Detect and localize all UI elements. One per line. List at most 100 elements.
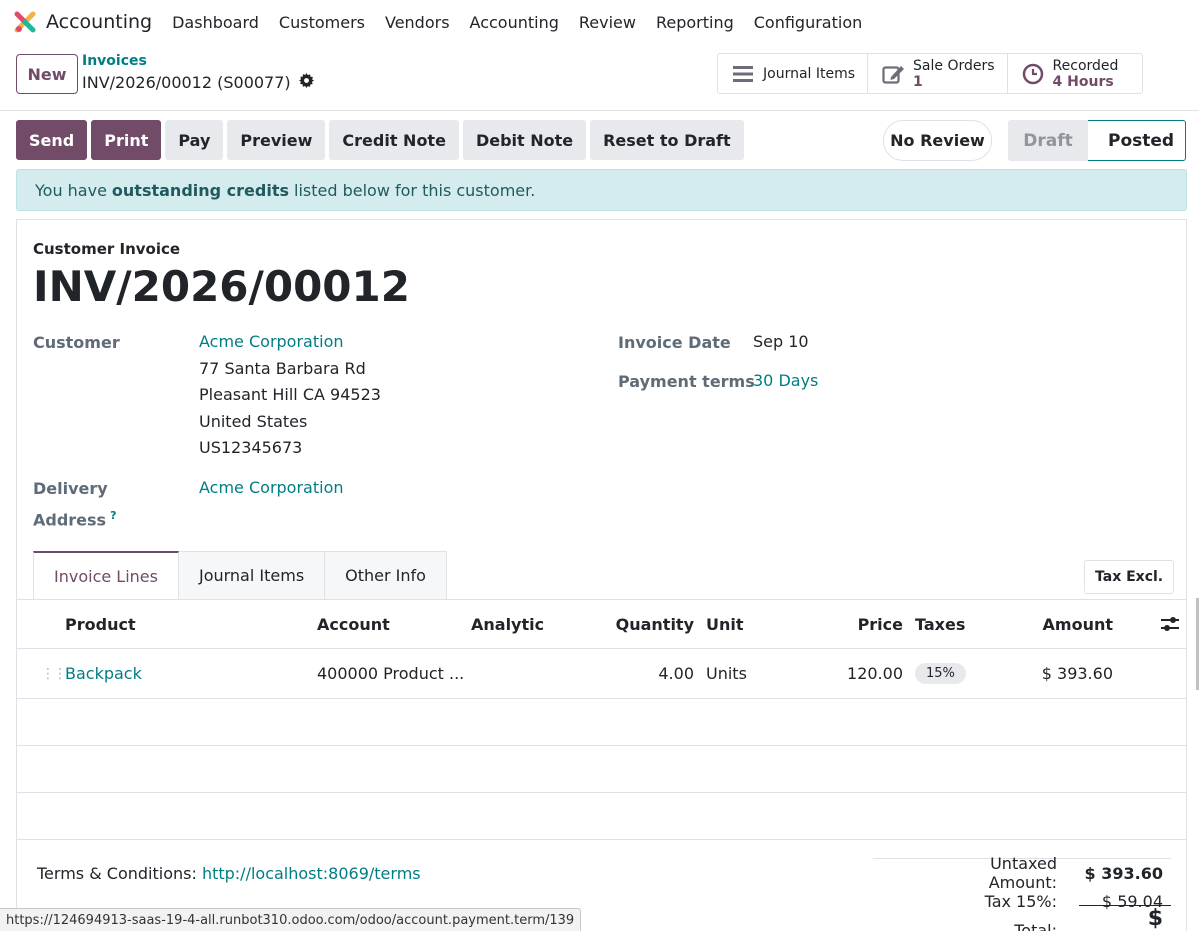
stage-draft[interactable]: Draft [1008, 120, 1088, 161]
col-quantity[interactable]: Quantity [577, 600, 694, 648]
invoice-date-field[interactable]: Sep 10 [753, 329, 809, 356]
clock-icon [1022, 63, 1044, 85]
tab-other-info[interactable]: Other Info [324, 551, 447, 599]
menu-vendors[interactable]: Vendors [385, 13, 450, 32]
menu-customers[interactable]: Customers [279, 13, 365, 32]
tax-label: Tax 15%: [984, 891, 1057, 911]
accounting-app-icon[interactable] [14, 11, 36, 33]
quantity-cell[interactable]: 4.00 [577, 649, 694, 698]
terms-link[interactable]: http://localhost:8069/terms [202, 864, 421, 883]
no-review-button[interactable]: No Review [883, 120, 992, 161]
gear-icon[interactable] [298, 73, 314, 92]
tab-journal-items[interactable]: Journal Items [177, 551, 326, 599]
col-unit[interactable]: Unit [706, 600, 744, 648]
send-button[interactable]: Send [16, 120, 88, 160]
untaxed-label: Untaxed Amount: [988, 854, 1057, 892]
invoice-number: INV/2026/00012 [33, 262, 410, 311]
stage-posted-label: Posted [1108, 130, 1175, 151]
amount-cell: $ 393.60 [1041, 664, 1113, 683]
vat-number: US12345673 [199, 438, 303, 457]
print-button[interactable]: Print [91, 120, 162, 160]
control-panel: New Invoices INV/2026/00012 (S00077) Jou… [0, 44, 1199, 111]
delivery-address-label: Delivery Address? [33, 479, 117, 530]
customer-link[interactable]: Acme Corporation [199, 329, 381, 356]
terms-and-conditions: Terms & Conditions: http://localhost:806… [37, 864, 421, 883]
recorded-smart-button[interactable]: Recorded 4 Hours [1008, 54, 1143, 93]
address-line-1: 77 Santa Barbara Rd [199, 358, 366, 378]
journal-items-label: Journal Items [763, 65, 856, 82]
breadcrumb-current: INV/2026/00012 (S00077) [82, 73, 291, 92]
status-bar: Draft Posted [1008, 120, 1186, 161]
stage-posted[interactable]: Posted [1088, 120, 1186, 161]
breadcrumb: INV/2026/00012 (S00077) [82, 73, 314, 92]
action-buttons: Send Print Pay Preview Credit Note Debit… [16, 120, 744, 160]
invoice-sheet: Customer Invoice INV/2026/00012 Customer… [16, 219, 1187, 931]
payment-terms-label: Payment terms [618, 372, 755, 391]
menu-review[interactable]: Review [579, 13, 636, 32]
table-row[interactable]: ⋮⋮ Backpack 400000 Product ... 4.00 Unit… [17, 649, 1186, 699]
totals-summary: Untaxed Amount: $ 393.60 Tax 15%: $ 59.0… [873, 854, 1171, 931]
alert-prefix: You have [35, 180, 107, 200]
credit-note-button[interactable]: Credit Note [329, 120, 459, 160]
unit-cell[interactable]: Units [706, 649, 747, 698]
edit-icon [882, 63, 905, 85]
address-line-3: United States [199, 411, 308, 431]
reset-to-draft-button[interactable]: Reset to Draft [590, 120, 744, 160]
preview-button[interactable]: Preview [227, 120, 326, 160]
invoice-date-label: Invoice Date [618, 333, 731, 352]
menu-accounting[interactable]: Accounting [470, 13, 559, 32]
column-settings-icon[interactable] [1160, 600, 1180, 648]
menu-dashboard[interactable]: Dashboard [172, 13, 259, 32]
col-price[interactable]: Price [797, 600, 903, 648]
outstanding-credits-alert: You have outstanding credits listed belo… [16, 169, 1187, 211]
invoice-lines-table: Product Account Analytic Quantity Unit P… [17, 599, 1186, 840]
col-amount[interactable]: Amount [1007, 600, 1113, 648]
untaxed-row: Untaxed Amount: $ 393.60 [873, 854, 1171, 892]
delivery-address-link[interactable]: Acme Corporation [199, 475, 344, 502]
help-tooltip-icon[interactable]: ? [110, 509, 116, 522]
breadcrumb-invoices[interactable]: Invoices [82, 53, 147, 69]
alert-bold: outstanding credits [111, 180, 289, 200]
recorded-value: 4 Hours [1052, 73, 1114, 90]
recorded-label: Recorded [1052, 57, 1119, 74]
terms-label: Terms & Conditions: [37, 864, 197, 883]
total-row: Total: $ 452.64 [873, 904, 1171, 931]
tax-badge: 15% [915, 663, 966, 684]
journal-items-smart-button[interactable]: Journal Items [718, 54, 869, 93]
col-account[interactable]: Account [317, 600, 390, 648]
menu-reporting[interactable]: Reporting [656, 13, 734, 32]
debit-note-button[interactable]: Debit Note [462, 120, 587, 160]
sale-orders-count: 1 [913, 73, 923, 90]
drag-handle-icon[interactable]: ⋮⋮ [41, 649, 67, 698]
app-name[interactable]: Accounting [46, 11, 152, 33]
customer-label: Customer [33, 333, 120, 352]
empty-row[interactable] [17, 699, 1186, 746]
empty-row[interactable] [17, 793, 1186, 840]
status-url-bar: https://124694913-saas-19-4-all.runbot31… [0, 908, 582, 931]
menu-configuration[interactable]: Configuration [754, 13, 863, 32]
product-cell[interactable]: Backpack [65, 649, 142, 698]
sale-orders-label: Sale Orders [913, 57, 995, 74]
payment-terms-link[interactable]: 30 Days [753, 368, 818, 395]
pay-button[interactable]: Pay [165, 120, 224, 160]
col-taxes[interactable]: Taxes [915, 600, 965, 648]
taxes-cell[interactable]: 15% [915, 649, 966, 698]
alert-suffix: listed below for this customer. [294, 180, 536, 200]
address-line-2: Pleasant Hill CA 94523 [199, 385, 381, 404]
sale-orders-smart-button[interactable]: Sale Orders 1 [868, 54, 1008, 93]
document-type: Customer Invoice [33, 240, 181, 258]
total-value: $ 452.64 [1079, 904, 1171, 931]
untaxed-value: $ 393.60 [1084, 863, 1163, 883]
top-navbar: Accounting Dashboard Customers Vendors A… [0, 0, 1199, 44]
empty-row[interactable] [17, 746, 1186, 793]
tab-invoice-lines[interactable]: Invoice Lines [33, 551, 179, 599]
smart-buttons: Journal Items Sale Orders 1 Recorded 4 H… [717, 53, 1144, 94]
col-analytic[interactable]: Analytic [471, 600, 544, 648]
tax-excl-toggle[interactable]: Tax Excl. [1084, 560, 1175, 594]
account-cell[interactable]: 400000 Product ... [317, 649, 464, 698]
col-product[interactable]: Product [65, 600, 136, 648]
new-button[interactable]: New [16, 54, 78, 94]
notebook-tabs: Invoice Lines Journal Items Other Info [33, 551, 447, 599]
customer-field: Acme Corporation 77 Santa Barbara Rd Ple… [199, 329, 381, 462]
price-cell[interactable]: 120.00 [797, 649, 903, 698]
